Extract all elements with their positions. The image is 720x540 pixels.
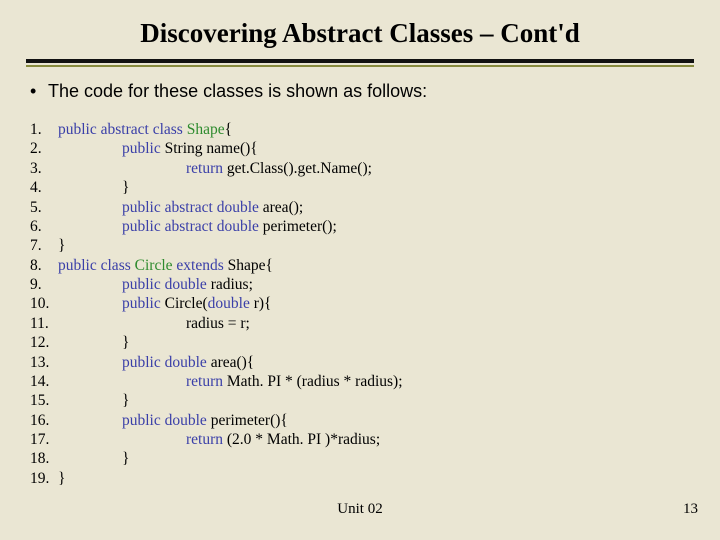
- code-content: }: [58, 333, 129, 352]
- code-line: 14.return Math. PI * (radius * radius);: [30, 372, 720, 391]
- code-content: public abstract double perimeter();: [58, 217, 337, 236]
- code-content: return Math. PI * (radius * radius);: [58, 372, 403, 391]
- line-number: 19.: [30, 469, 58, 488]
- title-underline: [26, 59, 694, 67]
- code-line: 11.radius = r;: [30, 314, 720, 333]
- line-number: 13.: [30, 353, 58, 372]
- code-content: radius = r;: [58, 314, 250, 333]
- line-number: 11.: [30, 314, 58, 333]
- code-line: 1.public abstract class Shape{: [30, 120, 720, 139]
- line-number: 2.: [30, 139, 58, 158]
- code-line: 2.public String name(){: [30, 139, 720, 158]
- code-content: public String name(){: [58, 139, 258, 158]
- code-line: 8.public class Circle extends Shape{: [30, 256, 720, 275]
- slide-title: Discovering Abstract Classes – Cont'd: [0, 0, 720, 59]
- code-line: 17.return (2.0 * Math. PI )*radius;: [30, 430, 720, 449]
- footer-page-number: 13: [683, 501, 698, 518]
- footer-unit: Unit 02: [337, 501, 382, 518]
- line-number: 8.: [30, 256, 58, 275]
- line-number: 18.: [30, 449, 58, 468]
- code-line: 9.public double radius;: [30, 275, 720, 294]
- code-content: public double perimeter(){: [58, 411, 288, 430]
- line-number: 17.: [30, 430, 58, 449]
- code-content: }: [58, 391, 129, 410]
- line-number: 5.: [30, 198, 58, 217]
- line-number: 6.: [30, 217, 58, 236]
- bullet-icon: •: [30, 81, 48, 102]
- code-content: }: [58, 449, 129, 468]
- line-number: 15.: [30, 391, 58, 410]
- code-block: 1.public abstract class Shape{2.public S…: [30, 120, 720, 488]
- line-number: 9.: [30, 275, 58, 294]
- code-line: 6.public abstract double perimeter();: [30, 217, 720, 236]
- line-number: 7.: [30, 236, 58, 255]
- line-number: 1.: [30, 120, 58, 139]
- line-number: 3.: [30, 159, 58, 178]
- bullet-item: • The code for these classes is shown as…: [30, 81, 720, 102]
- line-number: 4.: [30, 178, 58, 197]
- code-content: public abstract double area();: [58, 198, 303, 217]
- code-content: public abstract class Shape{: [58, 120, 232, 139]
- code-content: }: [58, 469, 65, 488]
- bullet-text: The code for these classes is shown as f…: [48, 81, 427, 102]
- code-line: 19.}: [30, 469, 720, 488]
- code-content: public class Circle extends Shape{: [58, 256, 273, 275]
- line-number: 16.: [30, 411, 58, 430]
- code-line: 4.}: [30, 178, 720, 197]
- code-line: 18.}: [30, 449, 720, 468]
- code-line: 16.public double perimeter(){: [30, 411, 720, 430]
- code-line: 10.public Circle(double r){: [30, 294, 720, 313]
- code-line: 12.}: [30, 333, 720, 352]
- line-number: 10.: [30, 294, 58, 313]
- code-content: public Circle(double r){: [58, 294, 272, 313]
- code-content: return get.Class().get.Name();: [58, 159, 372, 178]
- code-line: 5.public abstract double area();: [30, 198, 720, 217]
- code-line: 3.return get.Class().get.Name();: [30, 159, 720, 178]
- code-content: return (2.0 * Math. PI )*radius;: [58, 430, 380, 449]
- code-content: public double radius;: [58, 275, 253, 294]
- code-content: }: [58, 236, 65, 255]
- line-number: 12.: [30, 333, 58, 352]
- code-line: 7.}: [30, 236, 720, 255]
- code-content: public double area(){: [58, 353, 254, 372]
- code-line: 15.}: [30, 391, 720, 410]
- code-content: }: [58, 178, 129, 197]
- code-line: 13.public double area(){: [30, 353, 720, 372]
- line-number: 14.: [30, 372, 58, 391]
